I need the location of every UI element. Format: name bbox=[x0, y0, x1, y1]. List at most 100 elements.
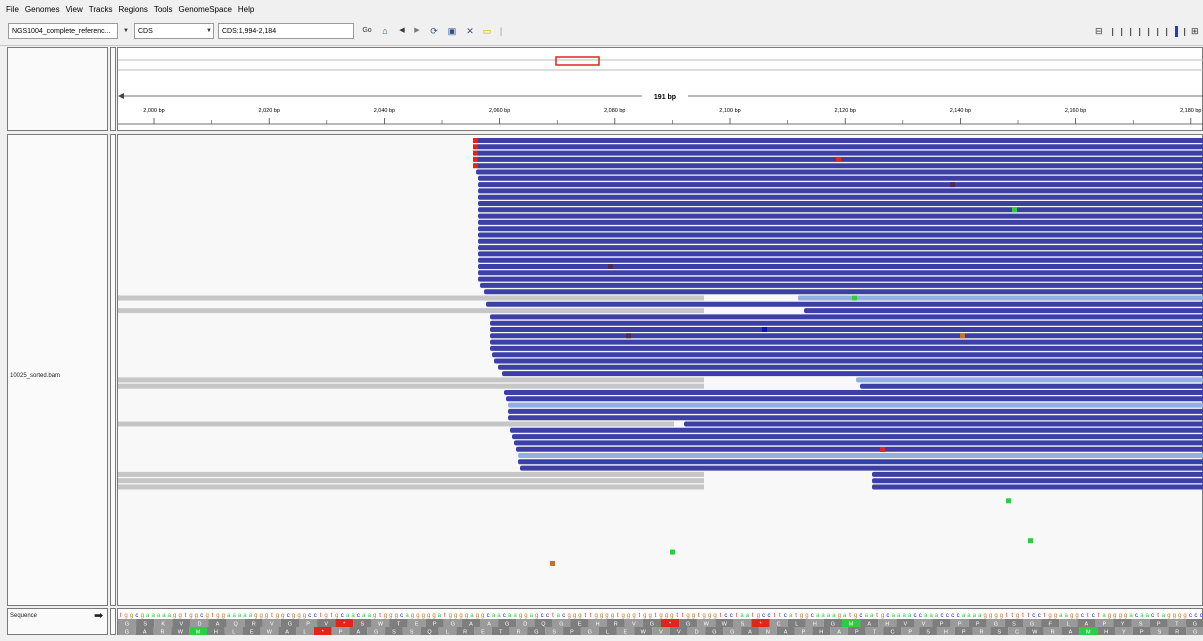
aligned-read[interactable] bbox=[476, 169, 1203, 175]
aligned-read[interactable] bbox=[510, 427, 1203, 433]
aligned-read[interactable] bbox=[478, 207, 1203, 213]
mismatch-base[interactable] bbox=[626, 333, 631, 339]
ruler-panel[interactable]: 191 bp 2,000 bp 2,020 bp 2,040 bp 2,060 bp 2… bbox=[117, 47, 1203, 131]
aligned-read[interactable] bbox=[478, 257, 1203, 263]
zoom-level-tick[interactable] bbox=[1166, 28, 1168, 36]
aligned-read[interactable] bbox=[476, 163, 1203, 169]
aligned-read[interactable] bbox=[476, 138, 1203, 143]
aligned-read[interactable] bbox=[508, 408, 1203, 414]
mismatch-base[interactable] bbox=[852, 295, 857, 301]
aligned-read[interactable] bbox=[518, 459, 1203, 465]
aligned-read[interactable] bbox=[478, 251, 1203, 257]
zoom-level-tick[interactable] bbox=[1139, 28, 1141, 36]
sequence-panel[interactable]: tggcgaaaaaggtggcgtggaaaaagggtggcgggcctgt… bbox=[117, 608, 1203, 636]
aligned-read[interactable] bbox=[520, 465, 1203, 471]
aligned-read[interactable] bbox=[478, 270, 1203, 276]
aligned-read[interactable] bbox=[490, 327, 1203, 332]
alignment-track-label[interactable]: 10025_sorted.bam bbox=[10, 373, 60, 379]
clipped-read[interactable] bbox=[118, 308, 704, 314]
clipped-read[interactable] bbox=[118, 295, 704, 301]
aligned-read[interactable] bbox=[478, 232, 1203, 238]
roi-icon[interactable]: ▣ bbox=[445, 24, 459, 38]
aligned-read[interactable] bbox=[478, 226, 1203, 232]
aligned-read[interactable] bbox=[484, 289, 1203, 295]
aligned-read[interactable] bbox=[508, 415, 1203, 421]
aligned-read[interactable] bbox=[504, 390, 1203, 395]
zoom-in-icon[interactable]: ⊞ bbox=[1191, 25, 1199, 37]
zoom-level-tick[interactable] bbox=[1175, 26, 1178, 37]
aligned-read[interactable] bbox=[872, 478, 1203, 484]
aligned-read[interactable] bbox=[480, 282, 1203, 288]
aligned-read[interactable] bbox=[490, 345, 1203, 351]
aligned-read[interactable] bbox=[502, 371, 1203, 377]
forward-arrow-icon[interactable]: ▶ bbox=[411, 24, 423, 38]
zoom-level-tick[interactable] bbox=[1184, 28, 1186, 36]
popup-info-icon[interactable]: ▭ bbox=[480, 24, 494, 38]
mismatch-base[interactable] bbox=[950, 182, 955, 188]
mismatch-base[interactable] bbox=[880, 447, 885, 452]
zoom-out-icon[interactable]: ⊟ bbox=[1095, 25, 1103, 37]
mismatch-base[interactable] bbox=[608, 264, 613, 269]
aligned-read[interactable] bbox=[508, 402, 1203, 408]
clipped-read[interactable] bbox=[118, 478, 704, 484]
home-icon[interactable]: ⌂ bbox=[378, 24, 392, 38]
aligned-read[interactable] bbox=[478, 182, 1203, 188]
aligned-read[interactable] bbox=[478, 219, 1203, 225]
zoom-slider[interactable] bbox=[1108, 25, 1188, 38]
mismatch-base[interactable] bbox=[836, 156, 841, 162]
aligned-read[interactable] bbox=[856, 377, 1203, 383]
aligned-read[interactable] bbox=[476, 150, 1203, 156]
chromosome-select[interactable]: CDS bbox=[134, 23, 214, 39]
aligned-read[interactable] bbox=[490, 320, 1203, 326]
aligned-read[interactable] bbox=[492, 352, 1203, 358]
aligned-read[interactable] bbox=[478, 213, 1203, 219]
mismatch-base[interactable] bbox=[960, 333, 965, 339]
aligned-read[interactable] bbox=[512, 434, 1203, 440]
aligned-read[interactable] bbox=[490, 314, 1203, 320]
aligned-read[interactable] bbox=[486, 301, 1203, 307]
aligned-read[interactable] bbox=[872, 471, 1203, 477]
aligned-read[interactable] bbox=[684, 421, 1203, 427]
mismatch-base[interactable] bbox=[1006, 498, 1011, 504]
menu-view[interactable]: View bbox=[66, 5, 83, 14]
menu-tracks[interactable]: Tracks bbox=[89, 5, 113, 14]
back-arrow-icon[interactable]: ◀ bbox=[396, 24, 408, 38]
clipped-read[interactable] bbox=[118, 383, 704, 389]
aligned-read[interactable] bbox=[518, 453, 1203, 458]
aligned-read[interactable] bbox=[478, 264, 1203, 269]
aligned-read[interactable] bbox=[490, 333, 1203, 339]
go-button[interactable]: Go bbox=[360, 24, 374, 38]
alignment-panel[interactable] bbox=[117, 134, 1203, 606]
aligned-read[interactable] bbox=[494, 358, 1203, 364]
menu-genomespace[interactable]: GenomeSpace bbox=[179, 5, 232, 14]
aligned-read[interactable] bbox=[798, 295, 1203, 301]
zoom-level-tick[interactable] bbox=[1121, 28, 1123, 36]
refresh-icon[interactable]: ⟳ bbox=[427, 24, 441, 38]
aligned-read[interactable] bbox=[478, 276, 1203, 282]
aligned-read[interactable] bbox=[478, 175, 1203, 181]
aligned-read[interactable] bbox=[476, 144, 1203, 150]
aligned-read[interactable] bbox=[498, 364, 1203, 370]
clipped-read[interactable] bbox=[118, 377, 704, 383]
zoom-level-tick[interactable] bbox=[1112, 28, 1114, 36]
aligned-read[interactable] bbox=[490, 339, 1203, 345]
mismatch-base[interactable] bbox=[550, 561, 555, 566]
aligned-read[interactable] bbox=[478, 194, 1203, 200]
locus-input[interactable]: CDS:1,994-2,184 bbox=[218, 23, 354, 39]
mismatch-base[interactable] bbox=[1012, 207, 1017, 213]
menu-genomes[interactable]: Genomes bbox=[25, 5, 60, 14]
aligned-read[interactable] bbox=[478, 188, 1203, 194]
aligned-read[interactable] bbox=[514, 440, 1203, 446]
chromosome-dropdown-arrow-icon[interactable]: ▼ bbox=[203, 24, 215, 38]
zoom-level-tick[interactable] bbox=[1130, 28, 1132, 36]
aligned-read[interactable] bbox=[872, 484, 1203, 490]
mismatch-base[interactable] bbox=[1028, 538, 1033, 544]
current-region-box[interactable] bbox=[555, 56, 600, 66]
mismatch-base[interactable] bbox=[670, 549, 675, 555]
sequence-track-label[interactable]: Sequence bbox=[10, 613, 37, 619]
menu-regions[interactable]: Regions bbox=[118, 5, 147, 14]
aligned-read[interactable] bbox=[478, 201, 1203, 206]
clipped-read[interactable] bbox=[118, 421, 674, 427]
genome-dropdown-arrow-icon[interactable]: ▼ bbox=[120, 24, 132, 38]
resize-icon[interactable]: ✕ bbox=[463, 24, 477, 38]
